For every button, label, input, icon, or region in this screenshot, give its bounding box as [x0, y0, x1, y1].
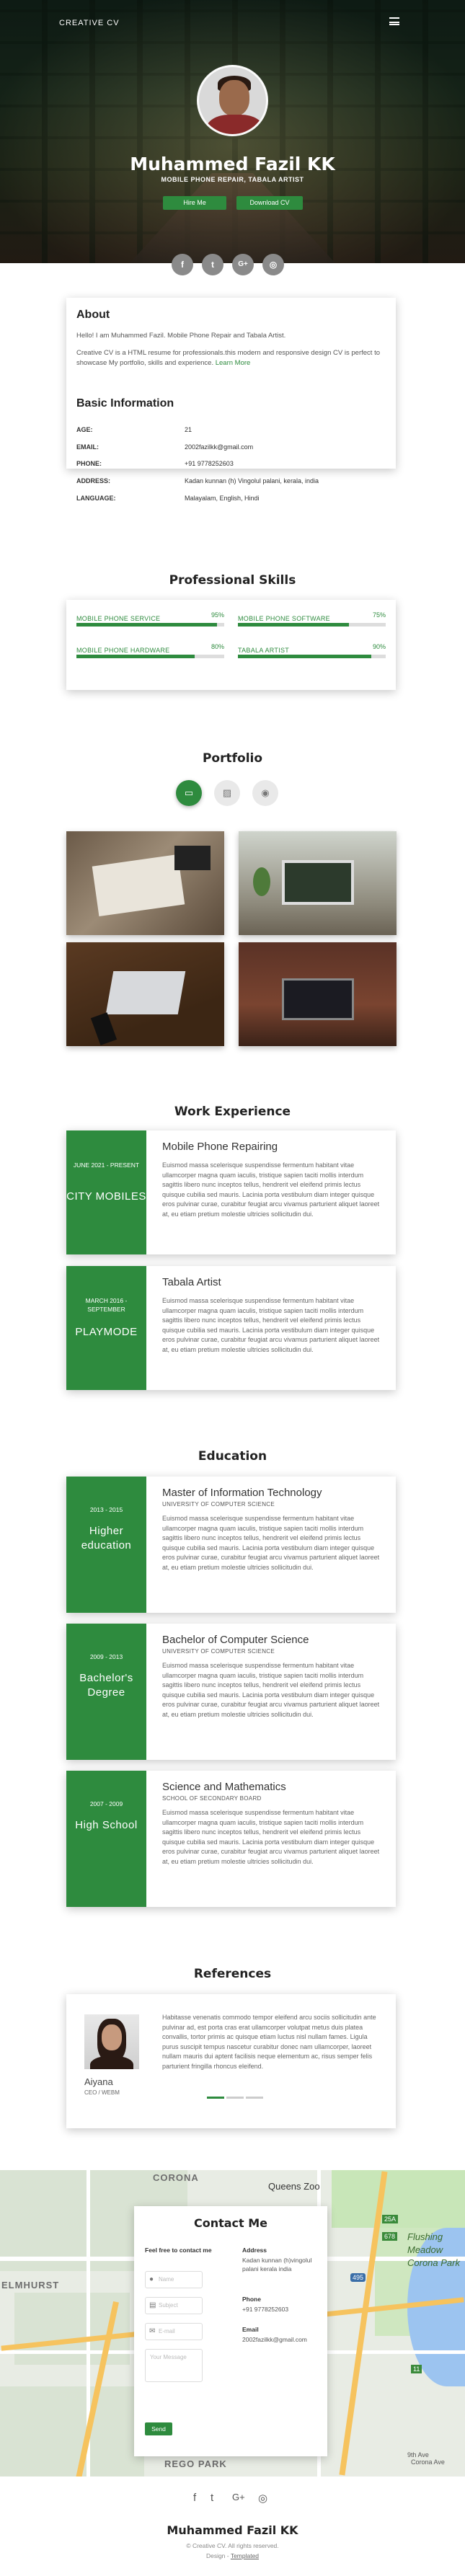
google-plus-icon[interactable]: G+	[232, 254, 254, 275]
instagram-icon[interactable]: ◎	[262, 254, 284, 275]
map-label: 25A	[382, 2215, 399, 2223]
info-row-language: LANGUAGE: Malayalam, English, Hindi	[76, 495, 260, 502]
hamburger-menu-icon[interactable]	[389, 17, 399, 25]
map-label: Flushing Meadow Corona Park	[407, 2231, 460, 2268]
envelope-icon: ✉	[149, 2327, 156, 2335]
footer-google-plus-icon[interactable]: G+	[232, 2492, 245, 2502]
name-field[interactable]: ● Name	[145, 2271, 203, 2288]
footer-design: Design - Templated	[205, 2552, 260, 2559]
user-icon: ●	[149, 2275, 154, 2283]
reference-position: CEO / WEBM	[84, 2089, 120, 2096]
footer-facebook-icon[interactable]: f	[193, 2492, 196, 2504]
hire-me-button[interactable]: Hire Me	[163, 196, 226, 210]
send-button[interactable]: Send	[145, 2422, 172, 2435]
carousel-dot-active[interactable]	[207, 2097, 224, 2099]
image-icon[interactable]: ▨	[214, 780, 240, 806]
portfolio-image-workspace[interactable]	[66, 831, 224, 935]
map-section[interactable]: CORONA Queens Zoo ELMHURST Flushing Mead…	[0, 2170, 465, 2477]
contact-title: Contact Me	[193, 2216, 268, 2230]
hero-section: CREATIVE CV Muhammed Fazil KK MOBILE PHO…	[0, 0, 465, 263]
map-label: 11	[411, 2365, 422, 2373]
email-title: Email	[242, 2326, 259, 2333]
footer-name: Muhammed Fazil KK	[167, 2523, 298, 2537]
work-item: MARCH 2016 - SEPTEMBER PLAYMODE Tabala A…	[66, 1266, 396, 1390]
phone-title: Phone	[242, 2296, 261, 2303]
basic-info-title: Basic Information	[76, 397, 174, 410]
carousel-dot[interactable]	[246, 2097, 263, 2099]
contact-card: Contact Me Feel free to contact me ● Name…	[134, 2206, 327, 2456]
map-label: 678	[382, 2232, 398, 2241]
about-intro: Hello! I am Muhammed Fazil. Mobile Phone…	[76, 332, 286, 340]
map-label: 9th Ave	[407, 2451, 429, 2458]
skills-title: Professional Skills	[169, 573, 296, 588]
portfolio-image-night-desk[interactable]	[239, 942, 397, 1046]
references-title: References	[193, 1967, 272, 1981]
designer-link[interactable]: Templated	[231, 2552, 259, 2559]
skill-item: MOBILE PHONE SERVICE 95%	[76, 611, 224, 627]
email-field[interactable]: ✉ E-mail	[145, 2323, 203, 2340]
info-row-phone: PHONE: +91 9778252603	[76, 460, 234, 467]
laptop-icon[interactable]: ▭	[176, 780, 202, 806]
work-item: JUNE 2021 - PRESENT CITY MOBILES Mobile …	[66, 1130, 396, 1254]
footer-copyright: © Creative CV. All rights reserved.	[186, 2542, 279, 2549]
portfolio-title: Portfolio	[202, 751, 263, 766]
about-card: About Hello! I am Muhammed Fazil. Mobile…	[66, 298, 396, 469]
skills-card: MOBILE PHONE SERVICE 95% MOBILE PHONE SOF…	[66, 600, 396, 690]
brand-link[interactable]: CREATIVE CV	[59, 19, 120, 27]
reference-quote: Habitasse venenatis commodo tempor eleif…	[162, 2014, 376, 2070]
map-label: ELMHURST	[1, 2280, 60, 2290]
footer-twitter-icon[interactable]: t	[211, 2492, 213, 2504]
hero-name: Muhammed Fazil KK	[130, 154, 335, 174]
twitter-icon[interactable]: t	[202, 254, 223, 275]
skill-item: MOBILE PHONE HARDWARE 80%	[76, 643, 224, 658]
download-cv-button[interactable]: Download CV	[236, 196, 303, 210]
map-label: Corona Ave	[411, 2458, 445, 2466]
contact-prompt: Feel free to contact me	[145, 2247, 212, 2254]
footer-instagram-icon[interactable]: ◎	[258, 2492, 267, 2505]
skill-item: MOBILE PHONE SOFTWARE 75%	[238, 611, 386, 627]
portfolio-image-laptop-wood[interactable]	[66, 942, 224, 1046]
camera-icon[interactable]: ◉	[252, 780, 278, 806]
education-title: Education	[198, 1449, 267, 1464]
info-row-email: EMAIL: 2002fazilkk@gmail.com	[76, 443, 254, 451]
skill-item: TABALA ARTIST 90%	[238, 643, 386, 658]
avatar	[197, 65, 268, 136]
map-label: REGO PARK	[164, 2458, 227, 2469]
info-row-address: ADDRESS: Kadan kunnan (h) Vingolul palani…	[76, 477, 319, 484]
about-body: Creative CV is a HTML resume for profess…	[76, 349, 380, 367]
message-field[interactable]: Your Message	[145, 2349, 203, 2382]
education-item: 2013 - 2015 Higher education Master of I…	[66, 1477, 396, 1613]
hero-role: MOBILE PHONE REPAIR, TABALA ARTIST	[161, 176, 304, 183]
phone-value: +91 9778252603	[242, 2306, 289, 2313]
map-label: 495	[350, 2273, 366, 2282]
subject-field[interactable]: ▤ Subject	[145, 2297, 203, 2314]
learn-more-link[interactable]: Learn More	[216, 359, 251, 367]
email-value: 2002fazilkk@gmail.com	[242, 2336, 307, 2343]
carousel-dot[interactable]	[226, 2097, 244, 2099]
file-icon: ▤	[149, 2301, 156, 2309]
reference-name: Aiyana	[84, 2076, 113, 2087]
address-title: Address	[242, 2247, 267, 2254]
map-label: Queens Zoo	[268, 2181, 320, 2192]
education-item: 2009 - 2013 Bachelor's Degree Bachelor o…	[66, 1624, 396, 1760]
work-title: Work Experience	[174, 1105, 291, 1119]
address-value: Kadan kunnan (h)vingolul palani kerala i…	[242, 2257, 312, 2272]
map-label: CORONA	[153, 2172, 199, 2183]
facebook-icon[interactable]: f	[172, 254, 193, 275]
about-title: About	[76, 309, 110, 321]
portfolio-image-laptop-desk[interactable]	[239, 831, 397, 935]
reference-card: Aiyana CEO / WEBM Habitasse venenatis co…	[66, 1994, 396, 2128]
info-row-age: AGE: 21	[76, 426, 192, 433]
reference-avatar	[84, 2014, 139, 2069]
education-item: 2007 - 2009 High School Science and Math…	[66, 1771, 396, 1907]
